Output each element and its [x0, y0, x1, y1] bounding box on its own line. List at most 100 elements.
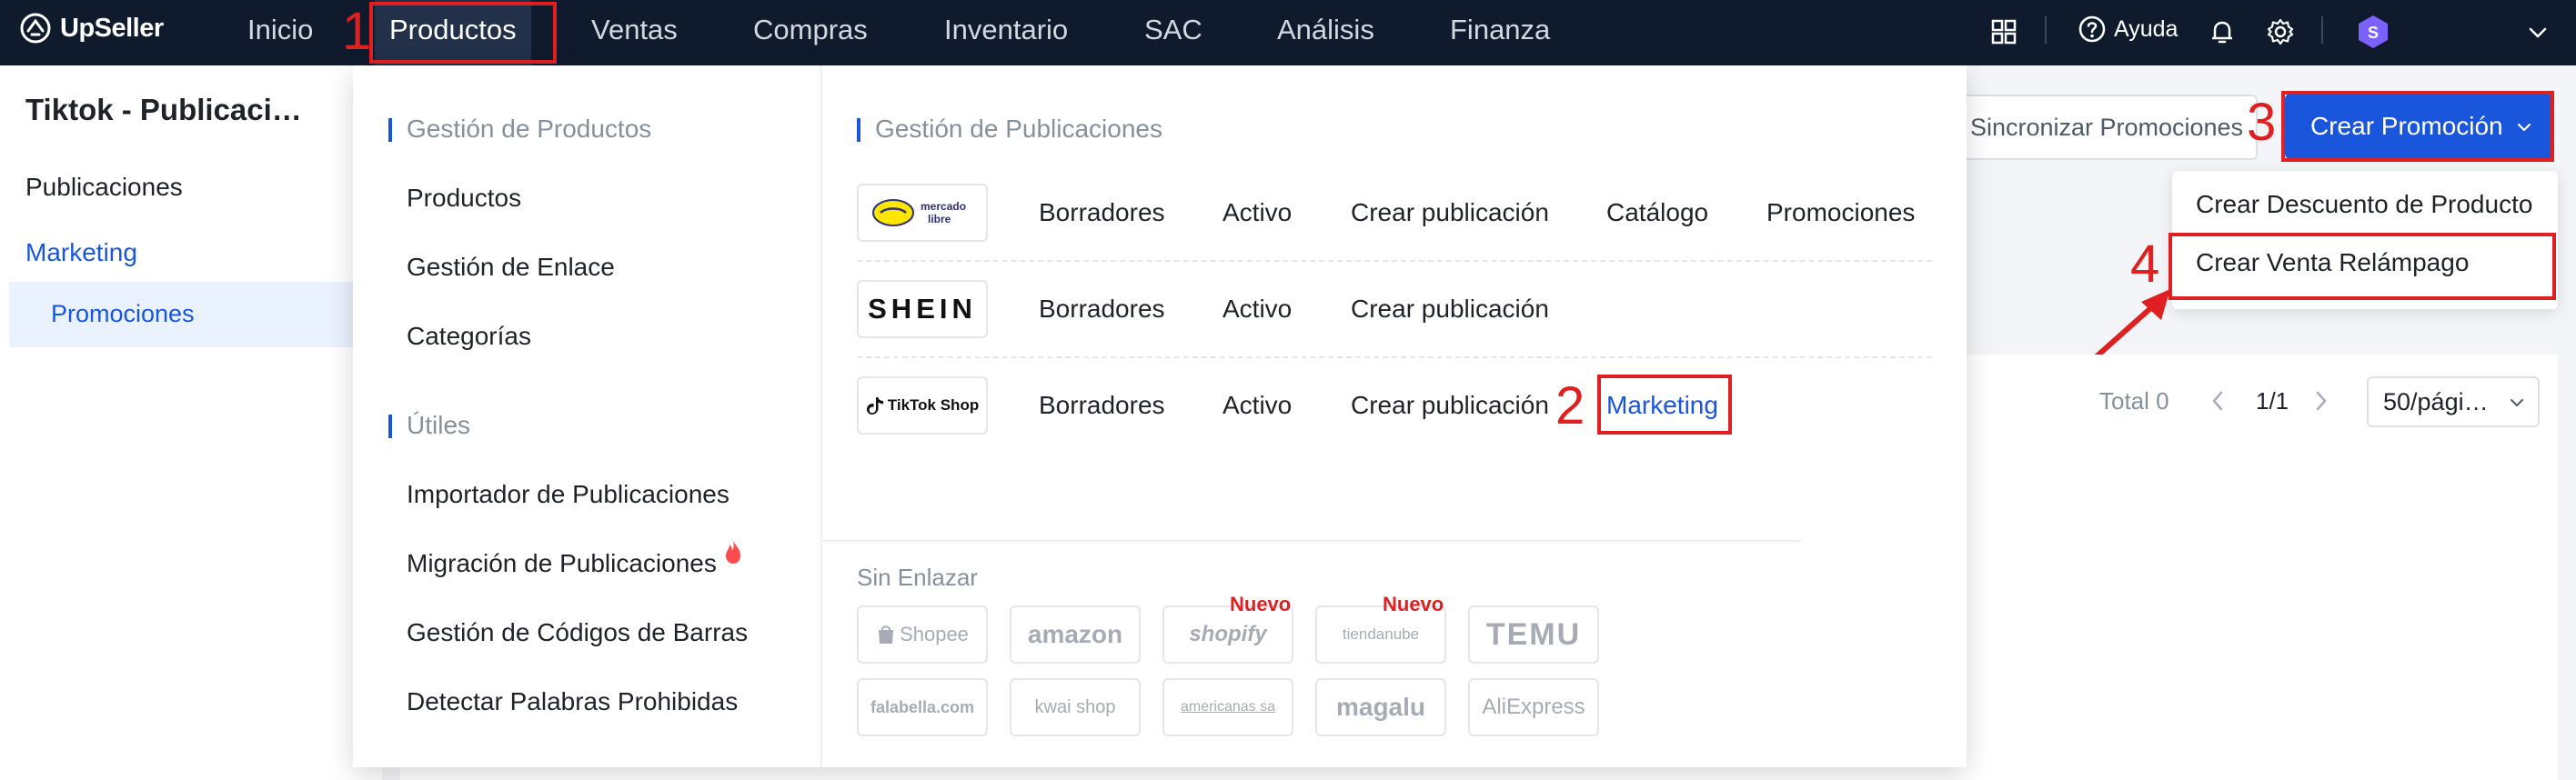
magalu-logo[interactable]: magalu — [1315, 678, 1446, 736]
user-avatar[interactable]: S — [2354, 13, 2392, 51]
shein-crear-publicacion-link[interactable]: Crear publicación — [1351, 295, 1549, 324]
sidebar-item-marketing[interactable]: Marketing — [25, 238, 137, 267]
shein-activo-link[interactable]: Activo — [1223, 295, 1292, 324]
shopee-logo[interactable]: Shopee — [857, 605, 988, 664]
nav-ventas[interactable]: Ventas — [591, 0, 678, 65]
ml-borradores-link[interactable]: Borradores — [1039, 198, 1165, 227]
shopee-bag-icon — [879, 625, 894, 644]
ml-activo-link[interactable]: Activo — [1223, 198, 1292, 227]
apps-grid-icon[interactable] — [1988, 16, 2019, 47]
group-title-utiles: Útiles — [387, 411, 471, 439]
help-link[interactable]: Ayuda — [2078, 15, 2178, 44]
gear-icon[interactable] — [2265, 16, 2296, 47]
unlinked-title: Sin Enlazar — [857, 564, 978, 591]
chevron-left-icon[interactable] — [2209, 389, 2227, 413]
tiktok-activo-link[interactable]: Activo — [1223, 391, 1292, 420]
magalu-logo-text: magalu — [1335, 693, 1426, 721]
americanas-logo[interactable]: americanas sa — [1162, 678, 1293, 736]
new-badge-tiendanube: Nuevo — [1383, 593, 1444, 615]
aliexpress-logo-text: AliExpress — [1482, 695, 1585, 719]
annotation-box-marketing — [1597, 375, 1732, 435]
divider — [2045, 16, 2047, 44]
kwai-shop-logo[interactable]: kwai shop — [1010, 678, 1141, 736]
amazon-logo-text: amazon — [1027, 620, 1123, 648]
menu-item-create-product-discount[interactable]: Crear Descuento de Producto — [2196, 190, 2532, 219]
fire-icon — [726, 540, 740, 564]
section-divider — [822, 540, 1801, 542]
mercado-libre-logo-icon: mercado libre — [872, 199, 966, 226]
temu-logo-text: TEMU — [1485, 616, 1582, 652]
nav-analisis[interactable]: Análisis — [1277, 0, 1374, 65]
shein-borradores-link[interactable]: Borradores — [1039, 295, 1165, 324]
question-circle-icon — [2078, 15, 2106, 43]
mercado-libre-logo-text: libre — [928, 213, 951, 225]
tiktok-crear-publicacion-link[interactable]: Crear publicación — [1351, 391, 1549, 420]
tiktok-borradores-link[interactable]: Borradores — [1039, 391, 1165, 420]
falabella-logo[interactable]: falabella.com — [857, 678, 988, 736]
tiktok-shop-logo-text: TikTok Shop — [887, 396, 980, 414]
shein-logo-text: SHEIN — [868, 293, 977, 325]
shopify-logo-text: shopify — [1189, 622, 1267, 646]
sidebar-item-publicaciones[interactable]: Publicaciones — [25, 173, 183, 202]
chevron-down-icon — [2511, 399, 2523, 406]
nav-sac[interactable]: SAC — [1144, 0, 1202, 65]
americanas-logo-text: americanas sa — [1180, 699, 1276, 715]
left-sidebar: Tiktok - Publicaci… Publicaciones Market… — [0, 65, 382, 780]
pagination-page: 1/1 — [2256, 387, 2289, 415]
divider — [2321, 16, 2323, 44]
sync-promotions-button[interactable]: Sincronizar Promociones — [1956, 95, 2258, 160]
app-name: UpSeller — [60, 13, 164, 43]
mercado-libre-logo-text: mercado — [921, 200, 966, 213]
ml-promociones-link[interactable]: Promociones — [1766, 198, 1915, 227]
group-title-listing-management: Gestión de Publicaciones — [857, 115, 1162, 143]
aliexpress-logo[interactable]: AliExpress — [1468, 678, 1599, 736]
sidebar-item-label: Promociones — [51, 300, 195, 327]
page-title: Tiktok - Publicaci… — [25, 93, 302, 126]
kwai-shop-logo-text: kwai shop — [1034, 696, 1116, 717]
shopee-logo-text: Shopee — [900, 623, 969, 645]
row-divider — [857, 260, 1932, 262]
annotation-box-flash-sale — [2168, 233, 2556, 300]
annotation-step-1: 1 — [342, 2, 372, 61]
new-badge-shopify: Nuevo — [1230, 593, 1292, 615]
help-label: Ayuda — [2114, 15, 2179, 42]
menu-item-importador[interactable]: Importador de Publicaciones — [407, 480, 730, 509]
annotation-step-2: 2 — [1555, 376, 1585, 435]
tiktok-shop-logo[interactable]: TikTok Shop — [857, 376, 988, 435]
nav-compras[interactable]: Compras — [753, 0, 868, 65]
sidebar-item-promociones[interactable]: Promociones — [9, 282, 382, 347]
app-logo[interactable]: UpSeller — [20, 13, 164, 44]
nav-finanza[interactable]: Finanza — [1450, 0, 1550, 65]
chevron-down-icon[interactable] — [2525, 20, 2551, 45]
menu-item-gestion-enlace[interactable]: Gestión de Enlace — [407, 253, 615, 282]
mega-menu-divider — [820, 65, 822, 767]
avatar-initial: S — [2368, 24, 2379, 42]
nav-inicio[interactable]: Inicio — [247, 0, 313, 65]
temu-logo[interactable]: TEMU — [1468, 605, 1599, 664]
menu-item-productos[interactable]: Productos — [407, 184, 521, 213]
tiendanube-logo-text: tiendanube — [1342, 625, 1420, 643]
page-size-select[interactable]: 50/pági… — [2367, 376, 2540, 427]
annotation-step-3: 3 — [2247, 93, 2277, 152]
menu-item-categorias[interactable]: Categorías — [407, 322, 531, 351]
bell-icon[interactable] — [2207, 16, 2238, 47]
tiktok-note-icon — [866, 397, 883, 415]
row-divider — [857, 356, 1932, 358]
menu-item-palabras-prohibidas[interactable]: Detectar Palabras Prohibidas — [407, 687, 738, 716]
nav-inventario[interactable]: Inventario — [944, 0, 1068, 65]
page-size-value: 50/pági… — [2383, 388, 2489, 415]
annotation-box-create-promotion — [2281, 91, 2554, 162]
amazon-logo[interactable]: amazon — [1010, 605, 1141, 664]
falabella-logo-text: falabella.com — [870, 697, 975, 716]
chevron-right-icon[interactable] — [2312, 389, 2330, 413]
upseller-logo-icon — [20, 13, 51, 44]
ml-catalogo-link[interactable]: Catálogo — [1606, 198, 1708, 227]
menu-item-migracion[interactable]: Migración de Publicaciones — [407, 549, 717, 578]
pagination-total: Total 0 — [2099, 387, 2169, 415]
mercado-libre-logo[interactable]: mercado libre — [857, 184, 988, 242]
shein-logo[interactable]: SHEIN — [857, 280, 988, 338]
annotation-box-productos — [369, 2, 557, 64]
menu-item-codigos-barras[interactable]: Gestión de Códigos de Barras — [407, 618, 748, 647]
group-title-product-management: Gestión de Productos — [387, 115, 652, 143]
ml-crear-publicacion-link[interactable]: Crear publicación — [1351, 198, 1549, 227]
